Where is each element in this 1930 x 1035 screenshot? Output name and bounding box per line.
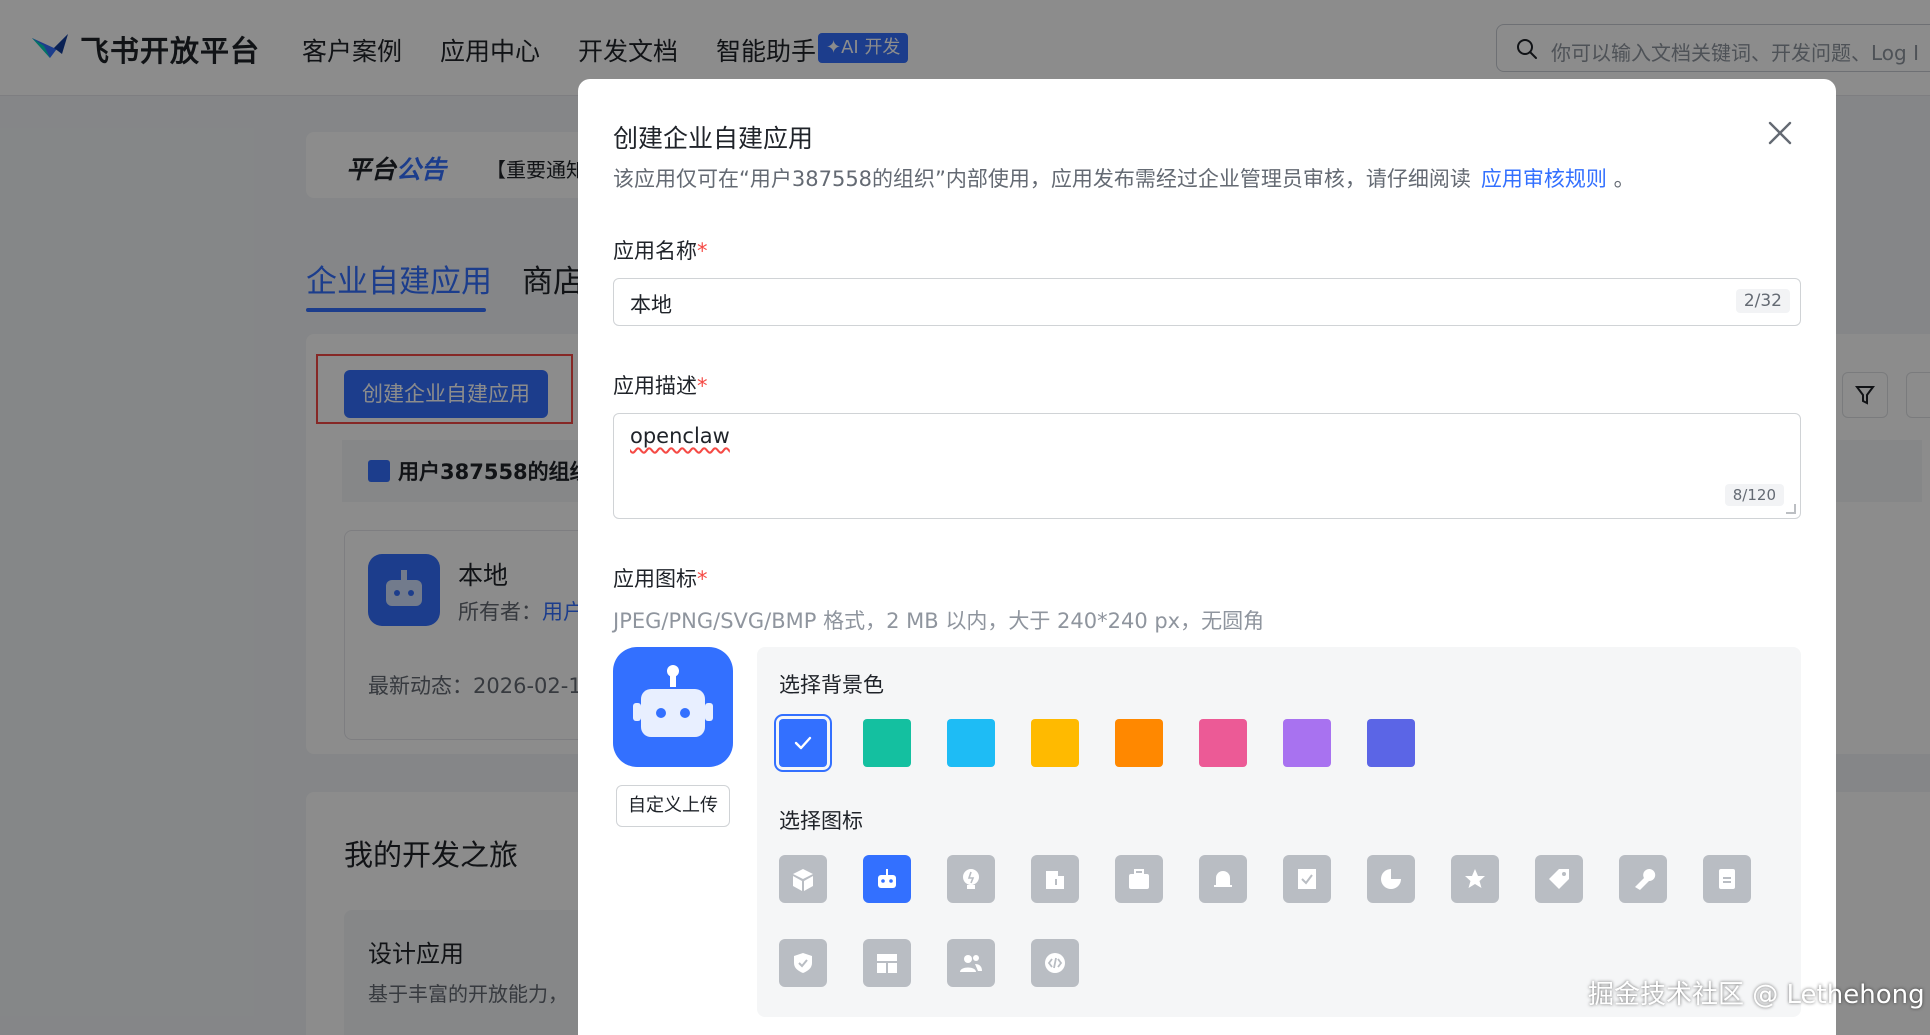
document-tile[interactable] (1703, 855, 1751, 903)
color-swatch[interactable] (1115, 719, 1163, 767)
icon-format-hint: JPEG/PNG/SVG/BMP 格式，2 MB 以内，大于 240*240 p… (613, 609, 1265, 633)
building-icon (1046, 871, 1064, 889)
app-desc-label: 应用描述* (613, 374, 708, 398)
checklist-tile[interactable] (1283, 855, 1331, 903)
robot-preview-icon (633, 665, 713, 737)
app-icon-label: 应用图标* (613, 567, 708, 591)
color-swatch[interactable] (1367, 719, 1415, 767)
color-swatch[interactable] (947, 719, 995, 767)
cube-icon (793, 869, 813, 891)
icon-preview (613, 647, 733, 767)
review-rules-link[interactable]: 应用审核规则 (1481, 167, 1607, 191)
app-name-value: 本地 (630, 293, 672, 317)
dialog-title: 创建企业自建应用 (613, 124, 814, 153)
dialog-subtitle: 该应用仅可在“用户387558的组织”内部使用，应用发布需经过企业管理员审核，请… (613, 167, 1635, 191)
tag-icon (1549, 869, 1569, 889)
icon-picker-panel: 选择背景色 选择图标 (757, 647, 1801, 1017)
star-icon (1465, 869, 1485, 888)
color-swatch[interactable] (1031, 719, 1079, 767)
bell-tile[interactable] (1199, 855, 1247, 903)
layout-tile[interactable] (863, 939, 911, 987)
close-icon[interactable] (1764, 117, 1796, 149)
app-name-counter: 2/32 (1735, 289, 1790, 313)
lightbulb-tile[interactable] (947, 855, 995, 903)
code-icon (1045, 953, 1065, 973)
check-icon (794, 736, 812, 750)
watermark: 掘金技术社区 @ Lethehong (1588, 980, 1925, 1010)
layout-icon (877, 954, 897, 973)
briefcase-tile[interactable] (1115, 855, 1163, 903)
code-tile[interactable] (1031, 939, 1079, 987)
color-swatch[interactable] (1199, 719, 1247, 767)
color-swatch[interactable] (1283, 719, 1331, 767)
lightbulb-icon (963, 869, 979, 889)
app-desc-counter: 8/120 (1724, 484, 1784, 506)
custom-upload-button[interactable]: 自定义上传 (616, 785, 730, 827)
pie-chart-icon (1381, 869, 1401, 889)
checklist-icon (1298, 869, 1316, 889)
pie-chart-tile[interactable] (1367, 855, 1415, 903)
document-icon (1719, 869, 1735, 889)
icon-choice-label: 选择图标 (779, 809, 863, 833)
building-tile[interactable] (1031, 855, 1079, 903)
app-desc-value: openclaw (630, 424, 730, 448)
cube-tile[interactable] (779, 855, 827, 903)
resize-handle-icon[interactable] (1786, 504, 1796, 514)
star-tile[interactable] (1451, 855, 1499, 903)
wrench-icon (1635, 869, 1656, 890)
wrench-tile[interactable] (1619, 855, 1667, 903)
robot-icon (878, 869, 896, 888)
app-name-label: 应用名称* (613, 239, 708, 263)
color-swatch[interactable] (774, 714, 832, 772)
people-icon (960, 955, 982, 972)
robot-tile[interactable] (863, 855, 911, 903)
bell-icon (1214, 871, 1232, 887)
app-name-input[interactable]: 本地 2/32 (613, 278, 1801, 326)
color-swatch[interactable] (863, 719, 911, 767)
shield-icon (794, 953, 812, 973)
create-app-dialog: 创建企业自建应用 该应用仅可在“用户387558的组织”内部使用，应用发布需经过… (578, 79, 1836, 1035)
tag-tile[interactable] (1535, 855, 1583, 903)
bg-color-label: 选择背景色 (779, 673, 884, 697)
shield-tile[interactable] (779, 939, 827, 987)
briefcase-icon (1129, 869, 1149, 889)
people-tile[interactable] (947, 939, 995, 987)
app-desc-textarea[interactable]: openclaw 8/120 (613, 413, 1801, 519)
